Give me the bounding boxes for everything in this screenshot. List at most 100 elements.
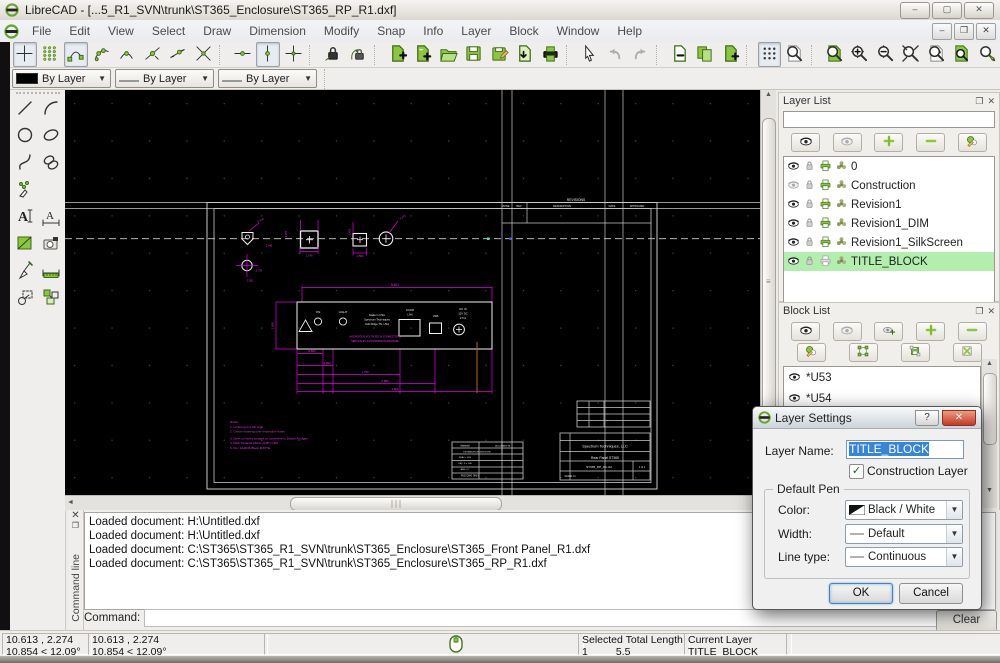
printer-icon[interactable] (819, 178, 832, 194)
eye-icon[interactable] (788, 391, 801, 407)
scroll-left-icon[interactable]: ◄ (67, 499, 74, 506)
menu-draw[interactable]: Draw (194, 24, 240, 38)
clear-button[interactable]: Clear (936, 610, 997, 632)
tool-line-button[interactable] (12, 96, 38, 122)
mdi-minimize-button[interactable]: – (932, 23, 952, 40)
menu-file[interactable]: File (23, 24, 60, 38)
lock-icon[interactable] (803, 235, 816, 251)
lock-icon[interactable] (803, 178, 816, 194)
snap-distance-button[interactable] (166, 42, 190, 67)
menu-block[interactable]: Block (500, 24, 547, 38)
tool-arc-button[interactable] (38, 96, 64, 122)
layer-row-TITLE_BLOCK[interactable]: TITLE_BLOCK (784, 252, 994, 271)
eye-icon[interactable] (787, 159, 800, 175)
lock-icon[interactable] (803, 197, 816, 213)
menu-modify[interactable]: Modify (315, 24, 368, 38)
tool-block-button[interactable] (38, 285, 64, 311)
show-all-blocks-button[interactable] (791, 322, 820, 341)
remove-layer-button[interactable] (916, 133, 945, 152)
menu-select[interactable]: Select (143, 24, 194, 38)
undo-button[interactable] (603, 42, 627, 67)
canvas-horizontal-scrollbar[interactable]: ◄ ∣∣∣ ► (65, 495, 760, 511)
snap-intersection-button[interactable] (192, 42, 216, 67)
save-file-button[interactable] (462, 42, 486, 67)
draft-mode-button[interactable] (783, 42, 807, 67)
eye-icon[interactable] (787, 216, 800, 232)
maximize-button[interactable]: ▢ (932, 2, 962, 19)
tool-text-button[interactable]: A (12, 204, 38, 230)
block-scroll-thumb[interactable] (983, 373, 997, 445)
zoom-pan-button[interactable] (975, 42, 999, 67)
tool-image-button[interactable] (38, 231, 64, 257)
panel-close-icon[interactable]: ✕ (987, 96, 995, 107)
command-input[interactable] (144, 609, 996, 627)
snap-center-button[interactable] (115, 42, 139, 67)
zoom-in-button[interactable] (848, 42, 872, 67)
lock-icon[interactable] (803, 216, 816, 232)
panel-float-icon[interactable]: ❐ (975, 306, 983, 317)
eye-icon[interactable] (788, 370, 801, 386)
pen-width-combobox[interactable]: By Layer ▼ (115, 69, 214, 88)
snap-on-entity-button[interactable] (90, 42, 114, 67)
pen-color-combobox[interactable]: By Layer ▼ (12, 69, 111, 88)
remove-block-button[interactable] (958, 322, 987, 341)
insert-block-button[interactable] (849, 343, 878, 362)
menu-edit[interactable]: Edit (60, 24, 99, 38)
copy-button[interactable] (693, 42, 717, 67)
menu-snap[interactable]: Snap (368, 24, 414, 38)
redo-button[interactable] (629, 42, 653, 67)
show-all-layers-button[interactable] (791, 133, 820, 152)
printer-icon[interactable] (819, 216, 832, 232)
menu-window[interactable]: Window (548, 24, 609, 38)
layer-row-Construction[interactable]: Construction (784, 176, 994, 195)
new-document-button[interactable] (385, 42, 409, 67)
printer-icon[interactable] (819, 235, 832, 251)
new-from-template-button[interactable] (411, 42, 435, 67)
layer-filter-input[interactable] (783, 111, 995, 128)
attributes-block-button[interactable] (797, 343, 826, 362)
color-wheel-icon[interactable] (835, 178, 848, 194)
layer-name-input[interactable]: TITLE_BLOCK (846, 440, 964, 459)
dock-handle[interactable] (16, 92, 60, 94)
zoom-out-button[interactable] (873, 42, 897, 67)
lock-icon[interactable] (803, 254, 816, 270)
dock-close-icon[interactable]: ✕ (71, 510, 79, 521)
tool-measure-button[interactable] (38, 258, 64, 284)
paste-button[interactable] (719, 42, 743, 67)
menu-view[interactable]: View (99, 24, 143, 38)
menu-layer[interactable]: Layer (452, 24, 500, 38)
save-file-as-button[interactable] (487, 42, 511, 67)
color-wheel-icon[interactable] (835, 216, 848, 232)
zoom-page-button[interactable] (950, 42, 974, 67)
close-button[interactable]: ✕ (964, 2, 994, 19)
pen-linetype-combobox[interactable]: By Layer ▼ (218, 69, 317, 88)
color-wheel-icon[interactable] (835, 254, 848, 270)
restrict-nothing-button[interactable] (256, 42, 280, 67)
add-layer-button[interactable] (874, 133, 903, 152)
dock-float-icon[interactable]: ❐ (72, 521, 79, 530)
layer-row-Revision1[interactable]: Revision1 (784, 195, 994, 214)
printer-icon[interactable] (819, 159, 832, 175)
menu-dimension[interactable]: Dimension (240, 24, 315, 38)
tool-points-button[interactable] (12, 177, 38, 203)
color-select[interactable]: Black / White▼ (845, 500, 963, 520)
color-wheel-icon[interactable] (835, 197, 848, 213)
export-pdf-button[interactable] (513, 42, 537, 67)
dialog-help-button[interactable]: ? (915, 410, 939, 426)
panel-float-icon[interactable]: ❐ (975, 96, 983, 107)
select-pointer-button[interactable] (578, 42, 602, 67)
panel-close-icon[interactable]: ✕ (987, 306, 995, 317)
ok-button[interactable]: OK (829, 583, 893, 604)
cancel-button[interactable]: Cancel (899, 583, 963, 604)
zoom-previous-button[interactable] (924, 42, 948, 67)
color-wheel-icon[interactable] (835, 235, 848, 251)
open-file-button[interactable] (436, 42, 460, 67)
tool-dimension-button[interactable]: A (38, 204, 64, 230)
eye-off-icon[interactable] (787, 178, 800, 194)
drawing-canvas[interactable]: REVISIONSZONEREVDESCRIPTIONDATEAPPROVEDS… (65, 90, 760, 495)
snap-middle-button[interactable] (141, 42, 165, 67)
vertical-scroll-thumb[interactable]: ≡ (762, 118, 776, 450)
mdi-close-button[interactable]: ✕ (976, 23, 996, 40)
layer-row-Revision1_SilkScreen[interactable]: Revision1_SilkScreen (784, 233, 994, 252)
construction-layer-checkbox[interactable]: ✓ (849, 464, 864, 479)
